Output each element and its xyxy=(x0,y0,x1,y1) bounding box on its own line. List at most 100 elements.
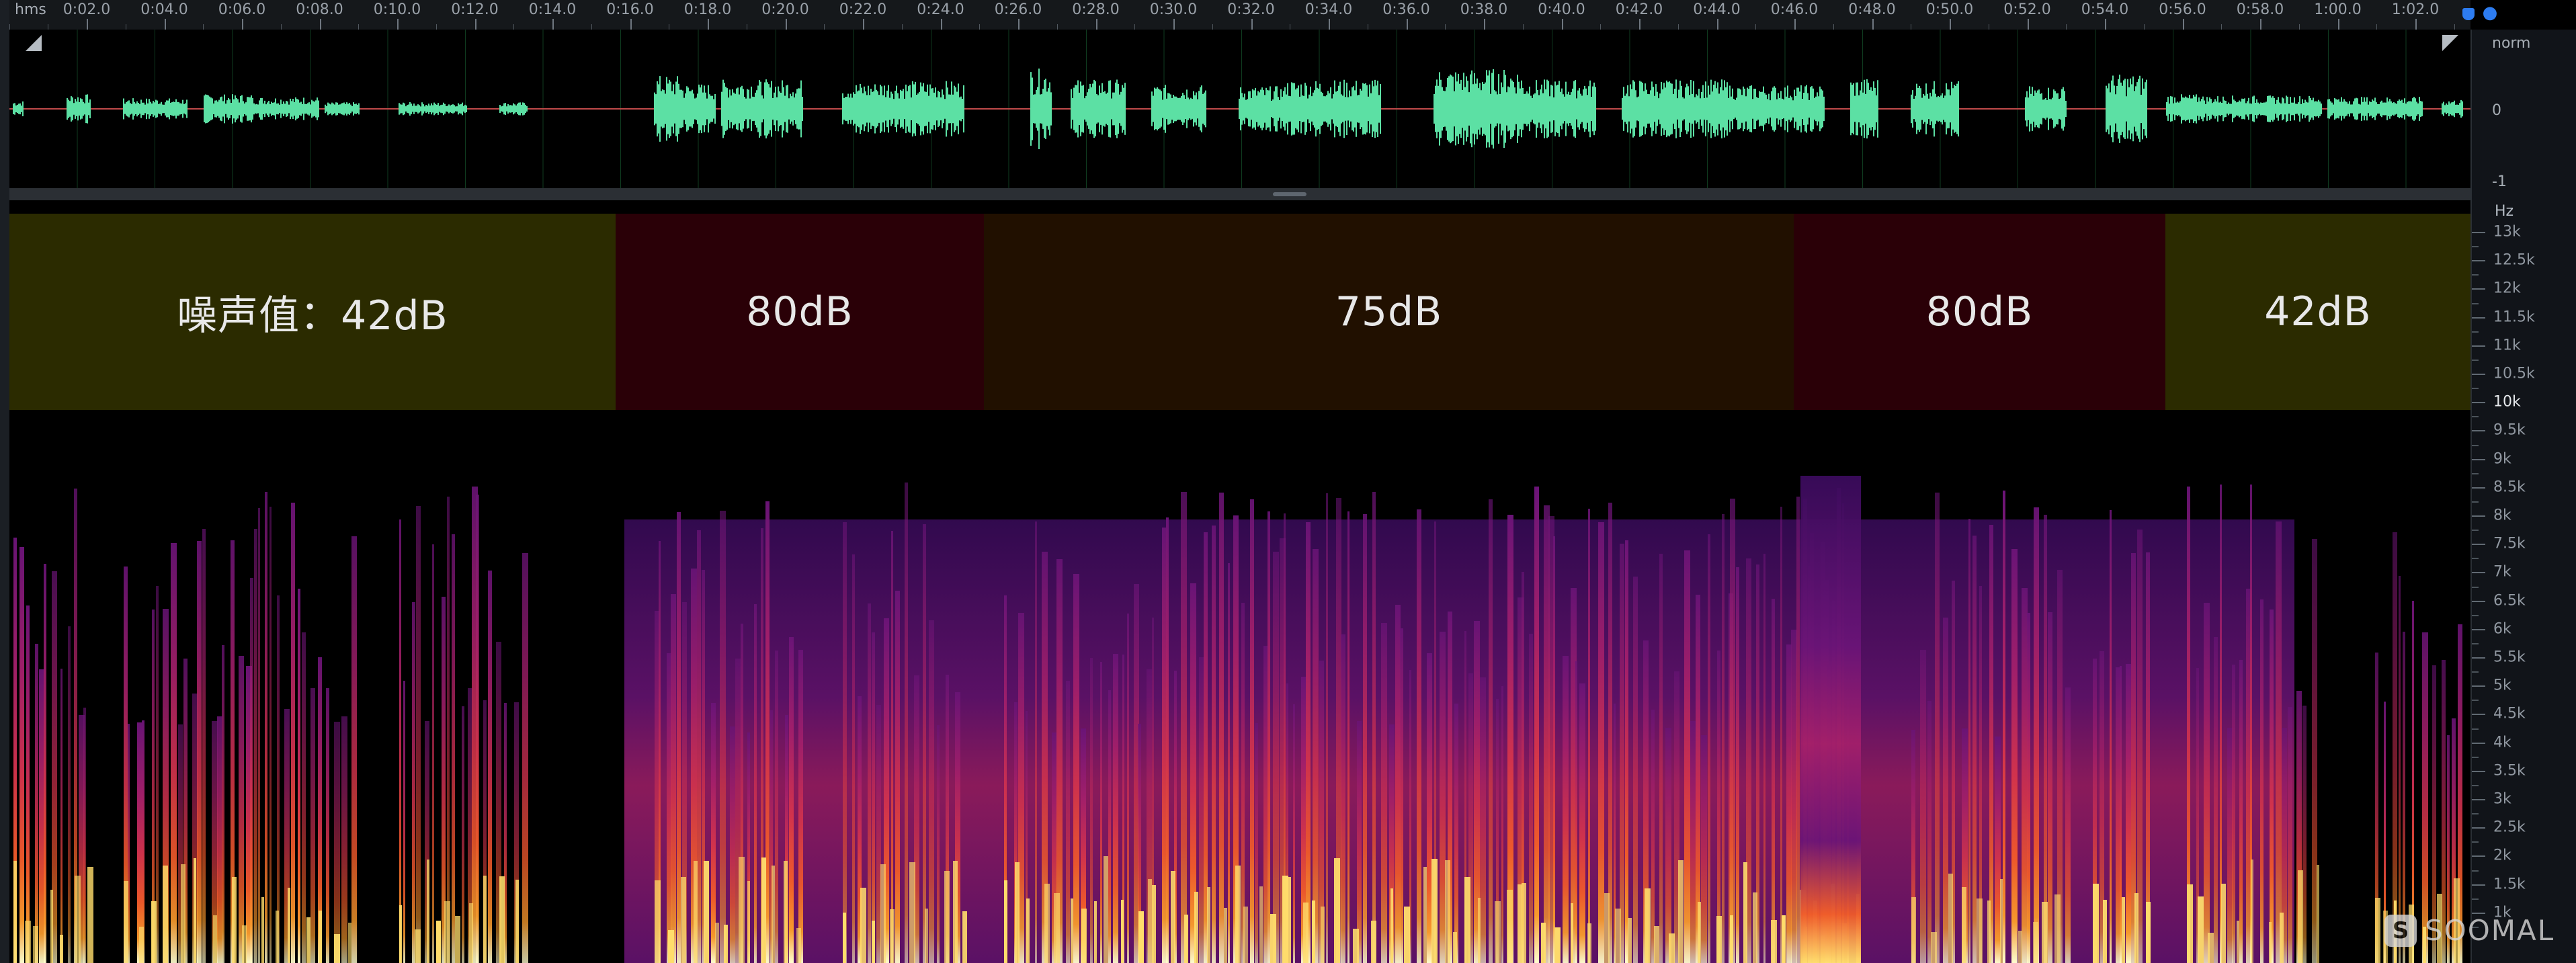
spectrogram-hotspot xyxy=(739,857,745,963)
timeline-label: 0:32.0 xyxy=(1227,1,1275,18)
spectrogram-panel[interactable]: 噪声值：42dB 80dB 75dB 80dB 42dB xyxy=(9,200,2470,963)
spectrogram-column xyxy=(403,681,405,963)
spectrogram-hotspot xyxy=(2221,884,2226,963)
spectrogram-column xyxy=(1796,497,1800,963)
spectrogram-column xyxy=(1935,493,1940,963)
timeline-label: 0:58.0 xyxy=(2236,1,2284,18)
spectrogram-column xyxy=(868,603,871,963)
waveform-segment xyxy=(2025,86,2067,132)
hz-tick xyxy=(2472,884,2485,886)
spectrogram-hotspot xyxy=(1152,885,1156,963)
panel-separator[interactable]: ▼ xyxy=(9,188,2554,206)
timeline-label: 0:24.0 xyxy=(917,1,964,18)
timeline-minor-tick xyxy=(513,24,515,30)
hz-label: 5.5k xyxy=(2493,648,2526,666)
hz-tick xyxy=(2472,855,2485,857)
timeline-tick xyxy=(2182,19,2184,30)
timeline-tick xyxy=(474,19,476,30)
spectrogram-hotspot xyxy=(1121,900,1124,963)
timeline-minor-tick xyxy=(2221,24,2222,30)
spectrogram-column xyxy=(2146,552,2150,963)
spectrogram-hotspot xyxy=(1948,874,1953,963)
waveform-segment xyxy=(2106,75,2147,143)
hz-label: 12k xyxy=(2493,280,2521,297)
hz-tick xyxy=(2472,317,2485,319)
spectrogram-column xyxy=(1480,677,1486,963)
hz-label: 3k xyxy=(2493,790,2511,808)
spectrogram-column xyxy=(447,497,450,963)
waveform-segment xyxy=(1434,69,1522,149)
spectrogram-column xyxy=(197,541,202,963)
spectrogram-column xyxy=(1972,536,1977,963)
spectrogram-column xyxy=(789,637,794,963)
timeline-tick xyxy=(1872,19,1874,30)
spectrogram-hotspot xyxy=(694,861,698,963)
headphones-icon[interactable]: ● xyxy=(2480,3,2500,23)
time-unit-label: hms xyxy=(15,1,46,18)
spectrogram-column xyxy=(2034,507,2039,963)
spectrogram-column xyxy=(254,529,257,963)
spectrogram-hotspot xyxy=(1184,915,1188,963)
spectrogram-column xyxy=(269,507,272,963)
spectrogram-hotspot xyxy=(1194,892,1198,963)
timeline-minor-tick xyxy=(2454,24,2455,30)
spectrogram-hotspot xyxy=(124,881,128,963)
spectrogram-hotspot xyxy=(139,927,144,963)
spectrogram-hotspot xyxy=(962,911,967,963)
spectrogram-column xyxy=(1228,563,1230,963)
spectrogram-column xyxy=(1400,628,1403,963)
spectrogram-column xyxy=(1943,618,1948,963)
spectrogram-column xyxy=(1534,487,1539,963)
hz-tick xyxy=(2472,544,2485,546)
spectrogram-hotspot xyxy=(860,888,866,963)
spectrogram-hotspot xyxy=(1207,887,1210,963)
hz-label: 8k xyxy=(2493,507,2511,524)
right-scale-panel: norm 0 -1 Hz 13k 12.5k 12k 11.5k 11k 10.5k 10k… xyxy=(2470,30,2576,963)
spectrogram-column xyxy=(1181,492,1187,963)
spectrogram-column xyxy=(1113,654,1118,963)
spectrogram-hotspot xyxy=(75,876,81,963)
spectrogram-column xyxy=(2065,687,2071,963)
spectrogram-column xyxy=(667,653,671,963)
timeline-ruler[interactable]: hms 0:02.0 0:04.0 0:06.0 0:08.0 0:10.0 0:12.0… xyxy=(9,0,2470,30)
spectrogram-hotspot xyxy=(2187,884,2193,963)
spectrogram-column xyxy=(711,703,716,963)
waveform-panel[interactable] xyxy=(9,30,2470,188)
spectrogram-column xyxy=(1791,630,1797,963)
resize-grip[interactable] xyxy=(1273,192,1306,196)
spectrogram-column xyxy=(891,531,893,963)
waveform-segment xyxy=(681,84,716,134)
spectrogram-column xyxy=(2116,667,2120,963)
noise-level-label: 42dB xyxy=(2264,288,2372,335)
timeline-tick xyxy=(1095,19,1097,30)
spectrogram-hotspot xyxy=(1554,927,1561,963)
spectrogram-hotspot xyxy=(1753,892,1757,963)
timeline-tick xyxy=(940,19,942,30)
spectrogram-column xyxy=(2270,610,2274,963)
spectrogram-column xyxy=(1199,657,1204,963)
timeline-minor-tick xyxy=(1056,24,1058,30)
timeline-label: 0:38.0 xyxy=(1460,1,1508,18)
spectrogram-hotspot xyxy=(1977,898,1983,963)
timeline-label: 0:50.0 xyxy=(1925,1,1974,18)
spectrogram-column xyxy=(1598,522,1604,963)
spectrogram-column xyxy=(2239,660,2243,963)
hz-minor-tick xyxy=(2472,472,2479,474)
hz-tick xyxy=(2472,628,2485,630)
hz-minor-tick xyxy=(2472,530,2479,532)
spectrogram-column xyxy=(843,522,847,963)
spectrogram-column xyxy=(1090,658,1093,963)
waveform-segment xyxy=(1151,85,1206,133)
spectrogram-column xyxy=(522,553,528,963)
hz-label: 12.5k xyxy=(2493,251,2535,269)
spectrogram-hotspot xyxy=(194,858,196,963)
hz-minor-tick xyxy=(2472,841,2479,843)
hz-label: 6.5k xyxy=(2493,592,2526,610)
waveform-segment xyxy=(1286,79,1381,138)
spectrogram-column xyxy=(2027,613,2030,963)
spectrogram-hotspot xyxy=(1312,901,1315,963)
hz-tick xyxy=(2472,430,2485,432)
spectrogram-hotspot xyxy=(25,921,31,963)
spectrogram-column xyxy=(2044,515,2047,963)
playhead-marker[interactable] xyxy=(2462,8,2475,20)
